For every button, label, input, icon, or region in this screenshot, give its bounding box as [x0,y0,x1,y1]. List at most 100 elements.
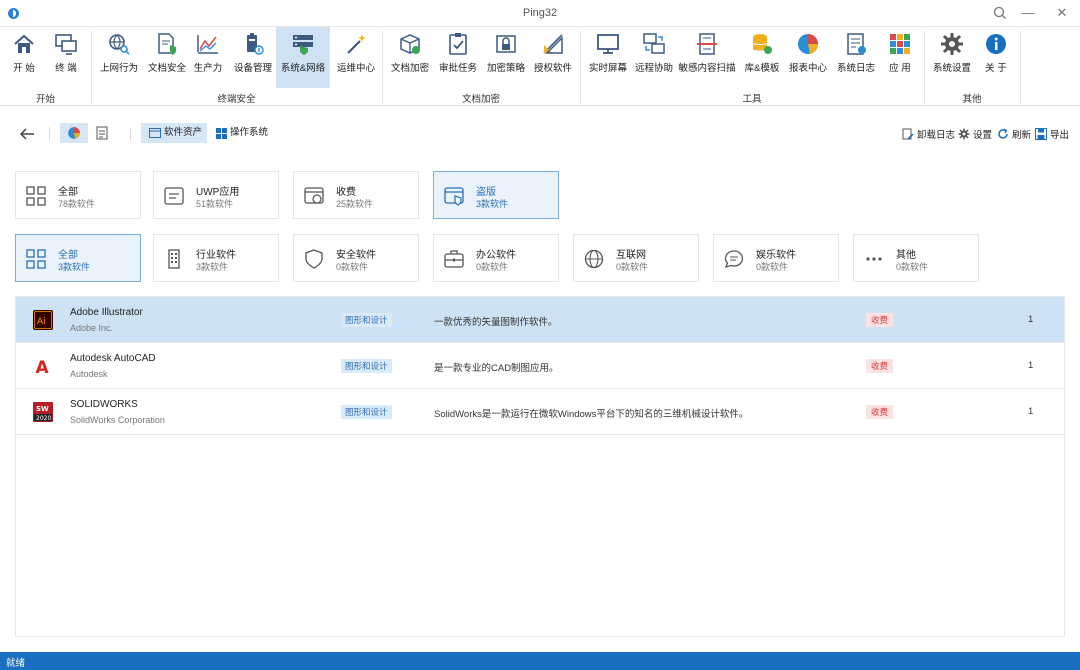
system-network-icon [293,35,313,55]
category-filter-industry[interactable]: 行业软件 3款软件 [153,234,279,282]
uninstall-log-icon [902,128,914,140]
license-filter-paid[interactable]: 收费 25款软件 [293,171,419,219]
web-behavior-icon [109,34,130,55]
ribbon-device-management[interactable]: 设备管理 [232,27,274,88]
autocad-logo-icon: A [33,356,53,376]
software-row[interactable]: Ai Adobe Illustrator Adobe Inc. 图形和设计 一款… [16,297,1064,343]
card-count: 0款软件 [896,262,929,272]
chart-view-toggle[interactable] [60,123,88,143]
window-icon [149,128,161,138]
solidworks-logo-icon: SW 2020 [33,402,53,422]
back-arrow-icon[interactable] [18,126,36,142]
category-filter-entertainment[interactable]: 娱乐软件 0款软件 [713,234,839,282]
close-button[interactable]: ✕ [1050,4,1074,22]
window-title: Ping32 [522,7,558,19]
license-filter-pirated[interactable]: 盗版 3款软件 [433,171,559,219]
ribbon-approval-task[interactable]: 审批任务 [436,27,480,88]
software-name: Adobe Illustrator [70,307,143,318]
ribbon-system-network[interactable]: 系统&网络 [276,27,330,88]
card-title: 安全软件 [336,250,376,261]
ribbon-group-label: 工具 [742,94,762,105]
settings-label: 设置 [973,130,993,141]
approval-task-icon [449,33,467,55]
magic-wand-icon [347,34,366,54]
grid-icon [26,186,46,206]
software-vendor: Adobe Inc. [70,323,114,333]
category-badge: 图形和设计 [341,405,392,419]
list-view-toggle[interactable] [90,123,114,143]
database-template-icon [752,34,772,54]
uwp-app-icon [164,187,184,205]
minimize-button[interactable]: — [1016,4,1040,22]
ribbon-apps[interactable]: 应 用 [880,27,920,88]
ribbon-report-center[interactable]: 报表中心 [786,27,830,88]
ribbon-label: 审批任务 [438,63,477,74]
ribbon-sensitive-scan[interactable]: 敏感内容扫描 [678,27,736,88]
pirated-icon [444,187,464,206]
ribbon-authorized-software[interactable]: 授权软件 [530,27,576,88]
pie-chart-icon [798,34,818,54]
software-vendor: SolidWorks Corporation [70,415,165,425]
card-title: 全部 [58,250,78,261]
ribbon-encrypt-policy[interactable]: 加密策略 [484,27,528,88]
refresh-label: 刷新 [1012,130,1032,141]
ribbon-about[interactable]: 关 于 [976,27,1016,88]
software-row[interactable]: A Autodesk AutoCAD Autodesk 图形和设计 是一款专业的… [16,343,1064,389]
ribbon-label: 库&模板 [744,63,780,74]
software-description: SolidWorks是一款运行在微软Windows平台下的知名的三维机械设计软件… [434,409,749,420]
ribbon-home[interactable]: 开 始 [6,27,42,88]
svg-text:SW: SW [36,405,49,413]
system-log-icon [847,33,866,55]
category-filter-internet[interactable]: 互联网 0款软件 [573,234,699,282]
status-bar: 就绪 [0,652,1080,670]
ribbon-label: 实时屏幕 [588,63,627,74]
search-icon[interactable] [988,4,1012,22]
category-filter-office[interactable]: 办公软件 0款软件 [433,234,559,282]
ribbon-label: 授权软件 [533,63,572,74]
license-filter-all[interactable]: 全部 78款软件 [15,171,141,219]
tab-software-assets[interactable]: 软件资产 [141,123,207,143]
ribbon-label: 敏感内容扫描 [678,63,736,74]
ribbon-label: 文档安全 [147,63,186,74]
ribbon-label: 上网行为 [99,63,138,74]
ribbon-system-log[interactable]: 系统日志 [834,27,878,88]
card-count: 0款软件 [756,262,789,272]
ribbon-productivity[interactable]: 生产力 [190,27,226,88]
license-filter-uwp[interactable]: UWP应用 51款软件 [153,171,279,219]
ribbon-web-behavior[interactable]: 上网行为 [96,27,142,88]
grid-icon [26,249,46,269]
ribbon-document-encrypt[interactable]: 文档加密 [388,27,432,88]
card-title: UWP应用 [196,187,240,198]
software-name: Autodesk AutoCAD [70,353,156,364]
tab-operating-system[interactable]: 操作系统 [212,123,274,143]
ribbon-live-screen[interactable]: 实时屏幕 [586,27,630,88]
ribbon-label: 应 用 [889,63,911,74]
category-filter-other[interactable]: 其他 0款软件 [853,234,979,282]
briefcase-icon [444,250,464,268]
ribbon-document-security[interactable]: 文档安全 [144,27,190,88]
card-count: 0款软件 [616,262,649,272]
terminal-icon [55,34,77,55]
globe-icon [584,249,604,269]
ribbon-system-settings[interactable]: 系统设置 [930,27,974,88]
paid-icon [304,187,324,204]
encrypt-policy-icon [496,35,516,53]
svg-text:A: A [36,358,50,376]
ribbon-ops-center[interactable]: 运维中心 [334,27,378,88]
ribbon-label: 远程协助 [634,63,673,74]
ribbon-group-label: 开始 [35,94,55,105]
ribbon-library-template[interactable]: 库&模板 [740,27,784,88]
category-badge: 图形和设计 [341,359,392,373]
card-title: 其他 [896,250,916,261]
category-filter-all[interactable]: 全部 3款软件 [15,234,141,282]
category-filter-security[interactable]: 安全软件 0款软件 [293,234,419,282]
software-vendor: Autodesk [70,369,108,379]
ribbon: 开 始 终 端 上网行为 文档安全 生产力 设备管理 系统&网络 运维中心 文档… [0,27,1080,106]
ribbon-remote-assist[interactable]: 远程协助 [632,27,676,88]
card-count: 3款软件 [476,199,509,209]
status-text: 就绪 [6,658,26,669]
ribbon-terminal[interactable]: 终 端 [46,27,86,88]
software-name: SOLIDWORKS [70,399,138,410]
title-bar: Ping32 — ✕ [0,0,1080,27]
software-row[interactable]: SW 2020 SOLIDWORKS SolidWorks Corporation… [16,389,1064,435]
